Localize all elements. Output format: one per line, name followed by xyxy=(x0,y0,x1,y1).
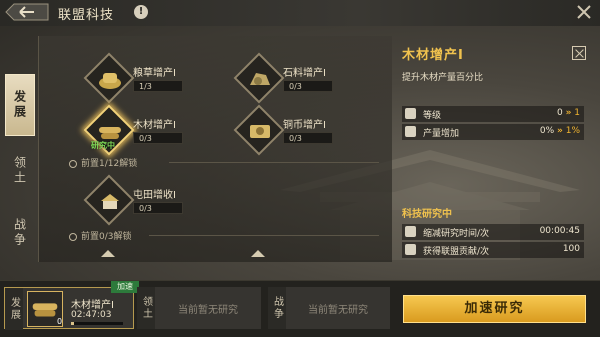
queue-tech-name: 木材增产Ⅰ xyxy=(71,300,114,311)
queue-slot-development[interactable]: 发展 加速 0 木材增产Ⅰ 02:47:03 xyxy=(4,281,139,330)
scroll-up-arrow[interactable] xyxy=(251,250,265,257)
category-tabs: 发展 领土 战争 xyxy=(5,36,37,256)
detail-description: 提升木材产量百分比 xyxy=(402,73,484,83)
unlock-requirement: 前置1/12解锁 xyxy=(69,156,137,169)
tech-node-farm[interactable]: 屯田增收Ⅰ 0/3 xyxy=(83,174,241,228)
queue-progress-fill xyxy=(71,322,74,325)
node-name: 石料增产Ⅰ xyxy=(283,68,326,79)
empty-slot-label: 当前暂无研究 xyxy=(178,305,238,316)
tab-war[interactable]: 战争 xyxy=(5,202,35,264)
queue-slot-territory[interactable]: 领土 当前暂无研究 xyxy=(137,287,261,329)
back-button[interactable] xyxy=(4,2,50,22)
grain-icon xyxy=(99,73,121,89)
tab-development[interactable]: 发展 xyxy=(5,74,35,136)
screen: 联盟科技 ! 发展 领土 战争 粮草增产Ⅰ 1/3 石料增产Ⅰ 0/3 研究中 … xyxy=(0,0,600,337)
node-level: 0/3 xyxy=(133,202,183,214)
node-name: 铜币增产Ⅰ xyxy=(283,120,326,131)
tech-tree-panel: 粮草增产Ⅰ 1/3 石料增产Ⅰ 0/3 研究中 木材增产Ⅰ 0/3 铜币增产Ⅰ … xyxy=(38,36,392,262)
tech-node-grain[interactable]: 粮草增产Ⅰ 1/3 xyxy=(83,52,241,106)
stat-row-level: 等级 0 » 1 xyxy=(402,106,584,122)
researching-heading: 科技研究中 xyxy=(402,209,452,220)
tab-territory[interactable]: 领土 xyxy=(5,140,35,202)
farm-icon xyxy=(101,194,119,209)
stone-icon xyxy=(250,73,270,85)
node-name: 木材增产Ⅰ xyxy=(133,120,176,131)
tech-node-wood[interactable]: 研究中 木材增产Ⅰ 0/3 xyxy=(83,104,241,158)
output-icon xyxy=(405,126,416,137)
queue-timer: 02:47:03 xyxy=(71,310,112,320)
speed-up-research-button[interactable]: 加速研究 xyxy=(403,295,586,323)
divider xyxy=(169,162,379,163)
scroll-up-arrow[interactable] xyxy=(101,250,115,257)
research-queue-bar: 发展 加速 0 木材增产Ⅰ 02:47:03 领土 当前暂无研究 战争 当前暂无… xyxy=(0,280,600,337)
lock-icon xyxy=(69,159,77,168)
collapse-icon[interactable] xyxy=(572,46,586,60)
tech-node-stone[interactable]: 石料增产Ⅰ 0/3 xyxy=(233,52,391,106)
level-icon xyxy=(405,108,416,119)
queue-count: 0 xyxy=(57,317,63,326)
stat-row-output: 产量增加 0% » 1% xyxy=(402,124,584,140)
speedup-tag: 加速 xyxy=(111,281,139,293)
unlock-requirement: 前置0/3解锁 xyxy=(69,229,132,242)
detail-title: 木材增产Ⅰ xyxy=(402,48,464,63)
tech-node-coin[interactable]: 铜币增产Ⅰ 0/3 xyxy=(233,104,391,158)
node-level: 0/3 xyxy=(283,80,333,92)
node-level: 1/3 xyxy=(133,80,183,92)
node-name: 屯田增收Ⅰ xyxy=(133,190,176,201)
contribution-icon xyxy=(405,244,416,255)
stat-row-contribution: 获得联盟贡献/次 100 xyxy=(402,242,584,258)
node-name: 粮草增产Ⅰ xyxy=(133,68,176,79)
page-title: 联盟科技 xyxy=(58,8,115,23)
stat-row-time-reduction: 缩减研究时间/次 00:00:45 xyxy=(402,224,584,240)
queue-slot-war[interactable]: 战争 当前暂无研究 xyxy=(268,287,390,329)
top-bar: 联盟科技 ! xyxy=(0,0,600,26)
node-level: 0/3 xyxy=(133,132,183,144)
info-icon[interactable]: ! xyxy=(134,5,148,19)
node-level: 0/3 xyxy=(283,132,333,144)
close-icon[interactable] xyxy=(570,0,598,24)
lock-icon xyxy=(69,232,77,241)
divider xyxy=(149,235,379,236)
hourglass-icon xyxy=(405,226,416,237)
empty-slot-label: 当前暂无研究 xyxy=(308,305,368,316)
queue-progress-bar xyxy=(71,322,123,325)
researching-label: 研究中 xyxy=(91,141,115,150)
coin-icon xyxy=(250,125,270,138)
